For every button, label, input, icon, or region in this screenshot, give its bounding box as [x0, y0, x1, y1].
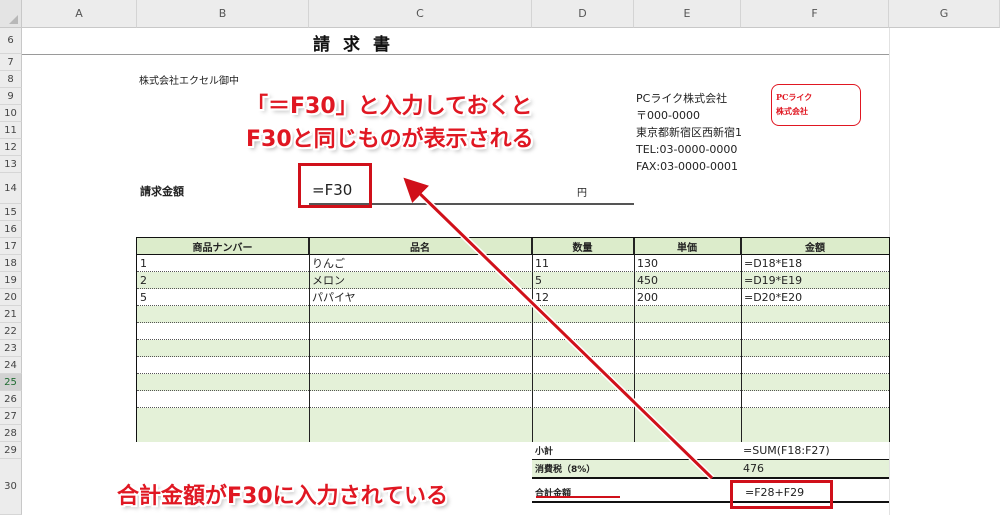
- annotation-arrow: [403, 177, 715, 498]
- spreadsheet: A B C D E F G 6 7 8 9 10 11 12 13 14 15 …: [0, 0, 1000, 515]
- annotation-top-line2: F30と同じものが表示される: [246, 127, 534, 152]
- annotation-top-line1: 「＝F30」と入力しておくと: [246, 94, 533, 119]
- annotation-bottom: 合計金額がF30に入力されている: [117, 484, 448, 509]
